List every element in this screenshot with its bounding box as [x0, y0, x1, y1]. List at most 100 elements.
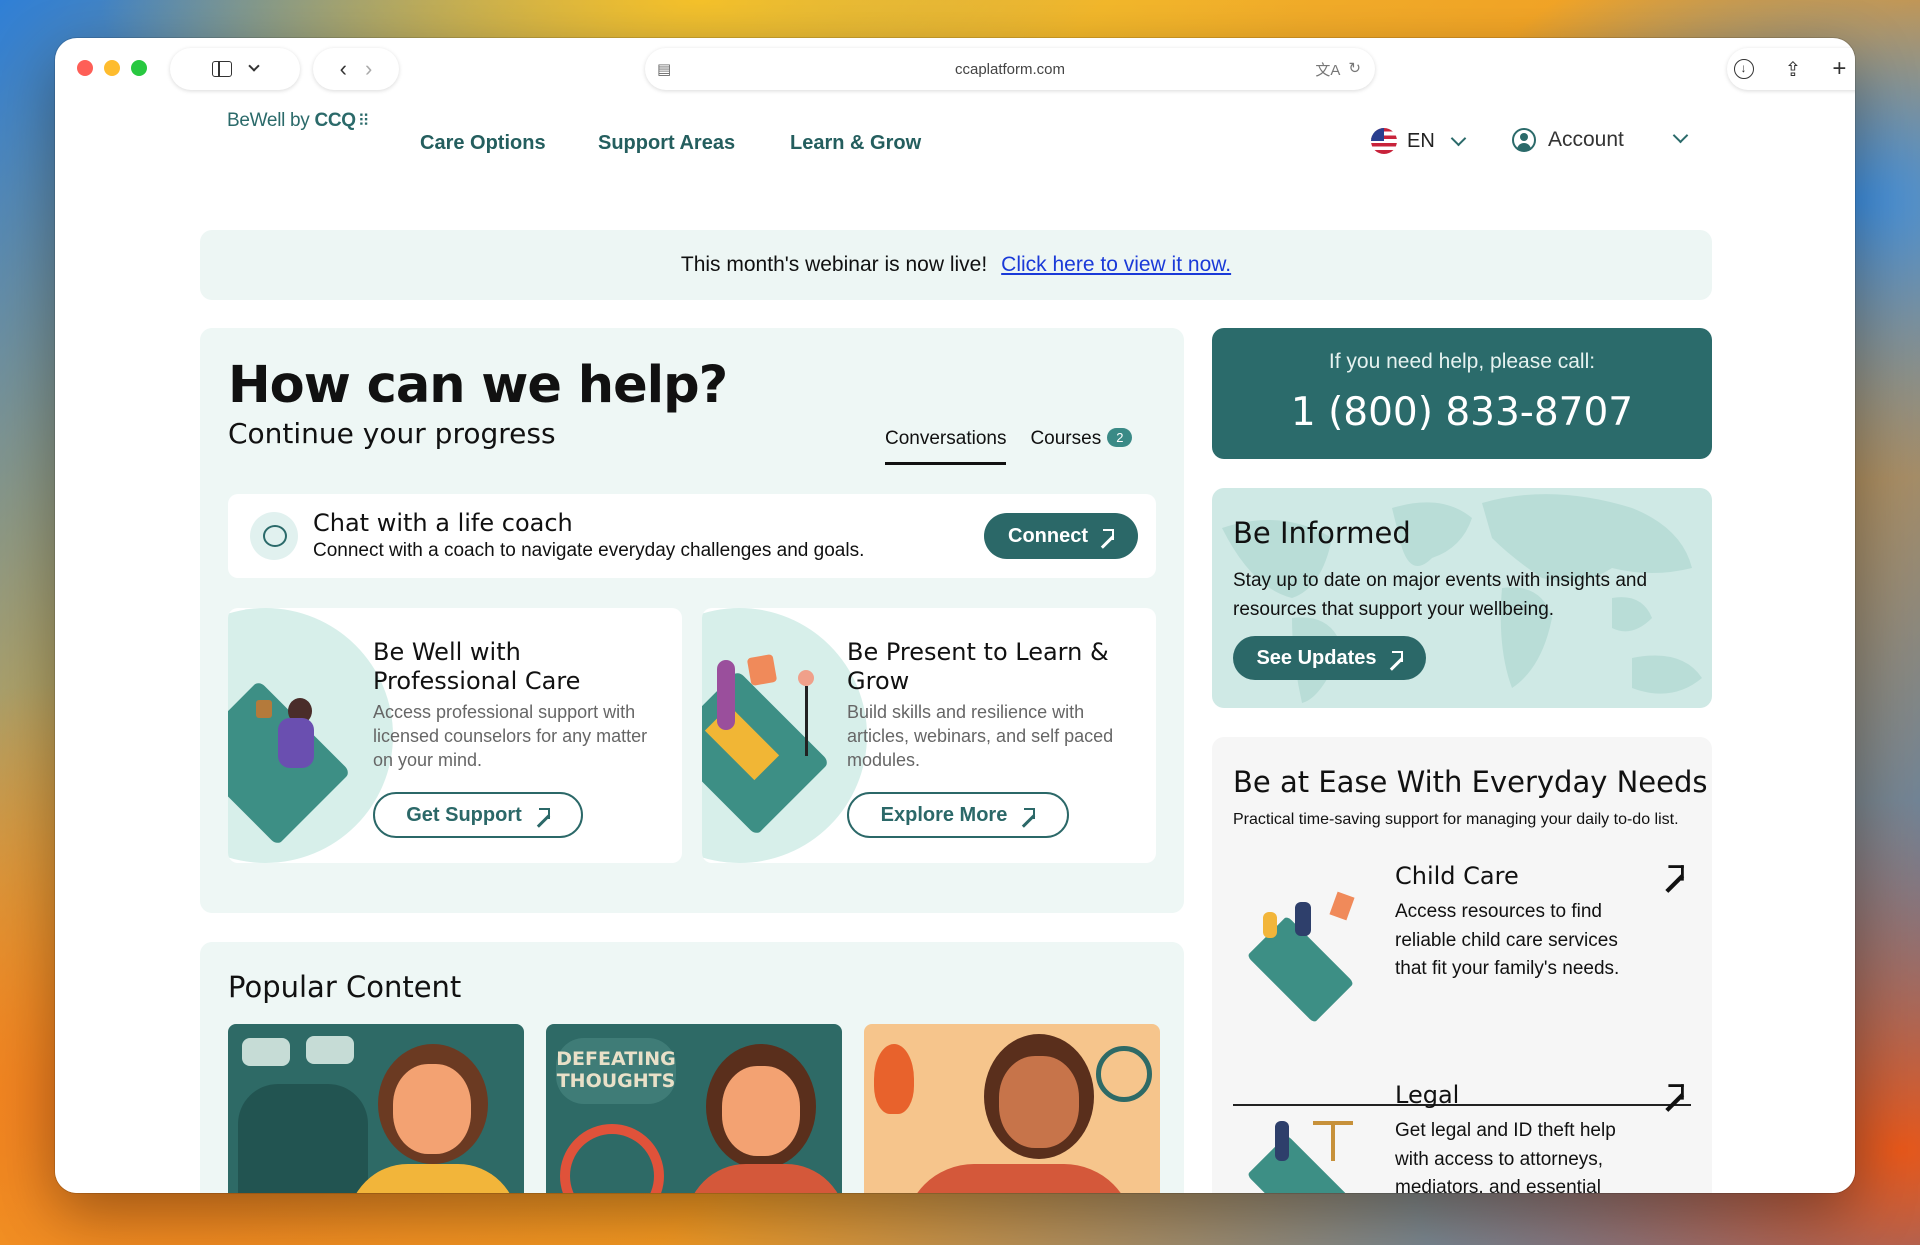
lamp-stand: [805, 686, 808, 756]
zoom-window-button[interactable]: [131, 60, 147, 76]
item-title: Legal: [1395, 1081, 1460, 1109]
account-label: Account: [1548, 128, 1624, 151]
content-thumbnail[interactable]: DEFEATING THOUGHTS: [546, 1024, 842, 1193]
speech-bubble-icon: [306, 1036, 354, 1064]
chat-bubble-icon: [250, 512, 298, 560]
card-title: Be Informed: [1233, 516, 1411, 550]
address-bar-actions: 文A ↻: [1315, 59, 1361, 80]
account-chevron-down-icon[interactable]: [1672, 127, 1689, 144]
nav-learn-grow[interactable]: Learn & Grow: [790, 132, 921, 155]
language-selector[interactable]: EN: [1371, 128, 1467, 154]
child-figure: [1263, 912, 1277, 938]
translate-icon[interactable]: 文A: [1315, 59, 1340, 80]
banner-text: This month's webinar is now live!: [680, 253, 988, 276]
site-header: BeWell by CCQ ⠿ Care Options Support Area…: [55, 100, 1855, 190]
arrow-up-right-icon: [536, 808, 550, 822]
button-label: Explore More: [880, 803, 1008, 826]
minimize-window-button[interactable]: [104, 60, 120, 76]
page-menu-icon[interactable]: ▤: [657, 60, 671, 78]
arrow-up-right-icon: [1389, 651, 1403, 665]
person-figure: [717, 660, 735, 730]
chevron-down-icon: [1450, 130, 1467, 146]
section-title: Popular Content: [228, 970, 462, 1004]
person-figure: [1275, 1121, 1289, 1161]
person-face: [722, 1066, 800, 1156]
crowd-silhouettes: [238, 1084, 368, 1193]
card-title: Be Well with Professional Care: [373, 638, 581, 695]
get-support-button[interactable]: Get Support: [373, 792, 583, 838]
person-shirt: [348, 1164, 518, 1193]
new-tab-icon[interactable]: +: [1832, 55, 1846, 83]
content-thumbnail[interactable]: [864, 1024, 1160, 1193]
account-menu[interactable]: Account: [1512, 128, 1624, 152]
be-informed-card: Be Informed Stay up to date on major eve…: [1212, 488, 1712, 708]
content-thumbnail[interactable]: [228, 1024, 524, 1193]
card-description: Build skills and resilience with article…: [847, 702, 1114, 770]
site-logo[interactable]: BeWell by CCQ ⠿: [227, 110, 370, 132]
share-icon[interactable]: ⇪: [1785, 57, 1802, 82]
arrow-up-right-icon: [1021, 808, 1036, 822]
coach-title: Chat with a life coach: [313, 509, 573, 537]
card-title: Be Present to Learn & Grow: [847, 638, 1109, 695]
download-icon[interactable]: ↓: [1733, 59, 1754, 79]
card-description: Access professional support with license…: [373, 702, 648, 770]
button-label: See Updates: [1256, 646, 1377, 669]
toolbar-actions: ↓ ⇪ +: [1727, 48, 1855, 90]
sidebar-toggle-button[interactable]: [170, 48, 300, 90]
webinar-banner: This month's webinar is now live! Click …: [200, 230, 1712, 300]
logo-dots-icon: ⠿: [357, 113, 370, 130]
legal-item[interactable]: Legal Get legal and ID theft help with a…: [1233, 1081, 1691, 1193]
arrow-up-right-icon: [1664, 1084, 1684, 1104]
us-flag-icon: [1371, 128, 1397, 154]
clock-icon: [1096, 1046, 1152, 1102]
connect-button[interactable]: Connect: [984, 513, 1138, 559]
floor-tile: [1246, 1134, 1355, 1193]
coach-description: Connect with a coach to navigate everyda…: [313, 540, 865, 561]
forward-icon[interactable]: ›: [365, 56, 372, 82]
page-title: How can we help?: [228, 356, 728, 415]
window-controls: [77, 60, 147, 76]
user-icon: [1512, 128, 1536, 152]
learn-grow-card: Be Present to Learn & Grow Build skills …: [702, 608, 1156, 863]
phone-number[interactable]: 1 (800) 833-8707: [1212, 390, 1712, 435]
nav-care-options[interactable]: Care Options: [420, 132, 546, 155]
logo-brand: CCQ: [314, 110, 356, 131]
reload-icon[interactable]: ↻: [1348, 59, 1361, 80]
card-description: Stay up to date on major events with ins…: [1233, 570, 1648, 620]
tab-courses[interactable]: Courses 2: [1030, 428, 1133, 465]
item-description: Access resources to find reliable child …: [1395, 901, 1620, 979]
help-phone-card: If you need help, please call: 1 (800) 8…: [1212, 328, 1712, 459]
back-icon[interactable]: ‹: [340, 56, 347, 82]
fire-icon: [874, 1044, 914, 1114]
yoga-illustration: [702, 608, 867, 863]
tab-label: Conversations: [885, 428, 1007, 449]
sidebar-icon: [212, 61, 232, 77]
close-window-button[interactable]: [77, 60, 93, 76]
browser-window: ‹ › ▤ ccaplatform.com 文A ↻ ↓ ⇪ + BeWell …: [55, 38, 1855, 1193]
card-subtitle: Practical time-saving support for managi…: [1233, 811, 1679, 828]
arrow-up-right-icon: [1100, 529, 1114, 543]
nav-support-areas[interactable]: Support Areas: [598, 132, 735, 155]
browser-toolbar: ‹ › ▤ ccaplatform.com 文A ↻ ↓ ⇪ +: [55, 38, 1855, 100]
child-care-item[interactable]: Child Care Access resources to find reli…: [1233, 862, 1691, 1024]
person-face: [393, 1064, 471, 1154]
person-face: [999, 1056, 1079, 1148]
popular-content-section: Popular Content DEFEATING THOUGHTS: [200, 942, 1184, 1193]
banner-link[interactable]: Click here to view it now.: [1001, 253, 1231, 277]
see-updates-button[interactable]: See Updates: [1233, 636, 1426, 680]
explore-more-button[interactable]: Explore More: [847, 792, 1069, 838]
progress-subtitle: Continue your progress: [228, 417, 556, 450]
item-title: Child Care: [1395, 862, 1519, 890]
professional-care-card: Be Well with Professional Care Access pr…: [228, 608, 682, 863]
adult-figure: [1295, 902, 1311, 936]
progress-tabs: Conversations Courses 2: [885, 428, 1133, 465]
scales-stand: [1331, 1121, 1335, 1161]
url-text: ccaplatform.com: [954, 60, 1066, 78]
web-page: BeWell by CCQ ⠿ Care Options Support Area…: [55, 100, 1855, 1193]
legal-illustration: [1233, 1121, 1373, 1193]
child-care-illustration: [1233, 891, 1373, 1024]
lamp-shade: [798, 670, 814, 686]
card-title: Be at Ease With Everyday Needs: [1233, 765, 1708, 799]
address-bar[interactable]: ▤ ccaplatform.com 文A ↻: [645, 48, 1375, 90]
tab-conversations[interactable]: Conversations: [885, 428, 1007, 465]
